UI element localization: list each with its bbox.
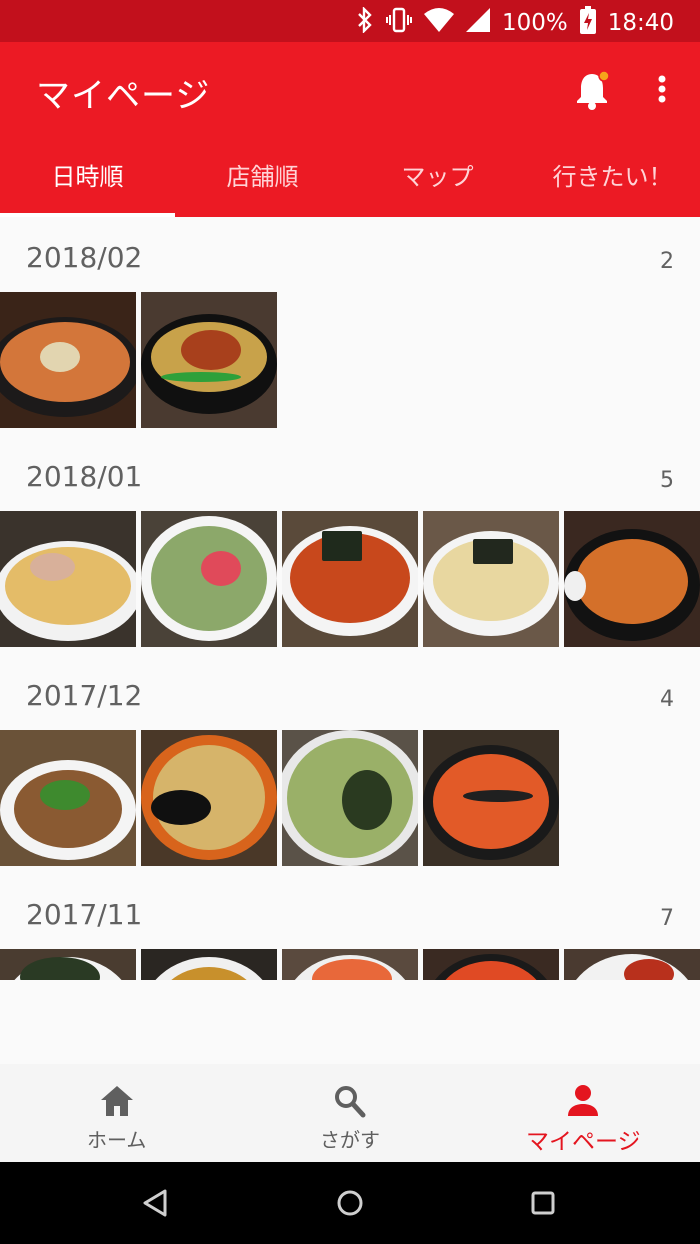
month-section: 2018/02 2 xyxy=(0,217,700,428)
tab-store-order[interactable]: 店舗順 xyxy=(175,152,350,217)
battery-charging-icon xyxy=(579,6,596,40)
vibrate-icon xyxy=(385,7,412,39)
back-icon[interactable] xyxy=(141,1188,171,1218)
ramen-photo[interactable] xyxy=(141,949,277,980)
nav-home-label: ホーム xyxy=(86,1128,147,1152)
notification-bell-icon[interactable] xyxy=(574,70,610,110)
page-title: マイページ xyxy=(36,76,211,116)
tab-map[interactable]: マップ xyxy=(350,152,525,217)
nav-mypage[interactable]: マイページ xyxy=(467,1064,700,1162)
ramen-photo[interactable] xyxy=(564,511,700,647)
ramen-photo[interactable] xyxy=(564,949,700,980)
cell-signal-icon xyxy=(465,8,490,38)
home-icon xyxy=(99,1084,135,1118)
ramen-photo[interactable] xyxy=(0,949,136,980)
nav-mypage-label: マイページ xyxy=(526,1129,641,1155)
ramen-photo[interactable] xyxy=(282,949,418,980)
status-bar: 100% 18:40 xyxy=(0,0,700,42)
section-count: 4 xyxy=(660,687,674,712)
month-section: 2017/12 4 xyxy=(0,655,700,866)
more-options-icon[interactable] xyxy=(650,70,674,110)
ramen-photo[interactable] xyxy=(0,730,136,866)
ramen-photo[interactable] xyxy=(141,292,277,428)
ramen-photo[interactable] xyxy=(423,511,559,647)
battery-percent: 100% xyxy=(501,10,568,36)
recents-square-icon[interactable] xyxy=(531,1191,555,1215)
nav-search-label: さがす xyxy=(319,1128,380,1152)
nav-home[interactable]: ホーム xyxy=(0,1064,233,1162)
section-count: 2 xyxy=(660,249,674,274)
section-count: 7 xyxy=(660,906,674,931)
ramen-photo[interactable] xyxy=(282,511,418,647)
tab-date-order[interactable]: 日時順 xyxy=(0,152,175,217)
section-date: 2018/02 xyxy=(26,241,143,274)
bottom-navigation: ホーム さがす マイページ xyxy=(0,1064,700,1162)
section-date: 2018/01 xyxy=(26,460,143,493)
ramen-photo[interactable] xyxy=(423,949,559,980)
clock: 18:40 xyxy=(607,10,674,36)
tab-want-to-go[interactable]: 行きたい！ xyxy=(525,152,700,217)
person-icon xyxy=(565,1084,601,1118)
section-date: 2017/12 xyxy=(26,679,143,712)
app-bar: マイページ 日時順 店舗順 マップ 行きたい！ xyxy=(0,42,700,217)
ramen-photo[interactable] xyxy=(423,730,559,866)
ramen-photo[interactable] xyxy=(141,730,277,866)
system-navigation-bar xyxy=(0,1162,700,1244)
month-section: 2017/11 7 xyxy=(0,874,700,980)
wifi-icon xyxy=(423,8,454,38)
search-icon xyxy=(332,1084,368,1118)
photo-timeline[interactable]: 2018/02 2 2018/01 5 2017/12 4 2017/11 7 xyxy=(0,217,700,980)
ramen-photo[interactable] xyxy=(141,511,277,647)
ramen-photo[interactable] xyxy=(0,511,136,647)
section-date: 2017/11 xyxy=(26,898,143,931)
home-circle-icon[interactable] xyxy=(336,1189,364,1217)
ramen-photo[interactable] xyxy=(0,292,136,428)
section-count: 5 xyxy=(660,468,674,493)
month-section: 2018/01 5 xyxy=(0,436,700,647)
ramen-photo[interactable] xyxy=(282,730,418,866)
bluetooth-icon xyxy=(356,6,374,39)
tab-bar: 日時順 店舗順 マップ 行きたい！ xyxy=(0,152,700,217)
nav-search[interactable]: さがす xyxy=(233,1064,466,1162)
